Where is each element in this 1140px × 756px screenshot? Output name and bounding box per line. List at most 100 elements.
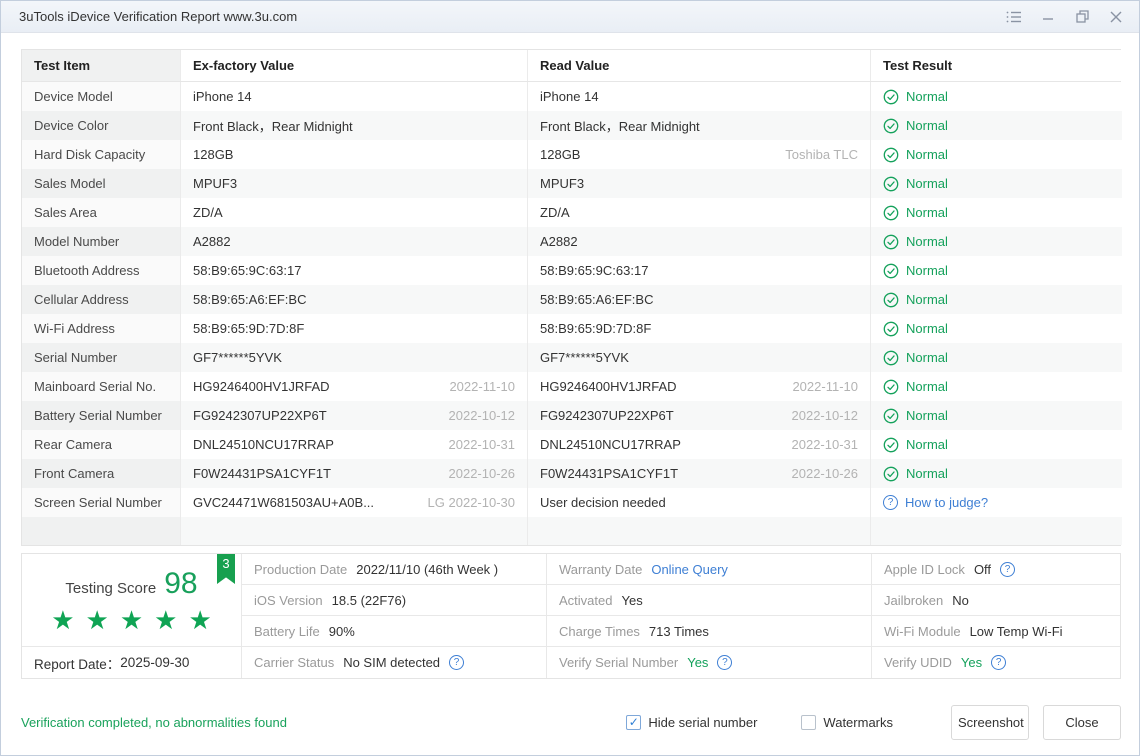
checkbox-icon[interactable] (801, 714, 817, 730)
ex-factory-value: 58:B9:65:9C:63:17 (193, 263, 302, 278)
test-item-label: Hard Disk Capacity (34, 147, 146, 162)
info-label: Charge Times (559, 623, 640, 639)
check-circle-icon (883, 321, 899, 337)
header-test-result: Test Result (870, 50, 1122, 81)
info-charge-times: Charge Times 713 Times (546, 616, 871, 647)
cell-read-value: 58:B9:65:A6:EF:BC (527, 285, 870, 314)
cell-test-item: Device Color (22, 111, 180, 140)
cell-test-result: Normal (870, 285, 1122, 314)
cell-test-item: Device Model (22, 82, 180, 111)
question-circle-icon[interactable]: ? (991, 655, 1007, 670)
ex-factory-note: 2022-10-12 (448, 408, 516, 423)
info-wi-fi-module: Wi-Fi Module Low Temp Wi-Fi (871, 616, 1120, 647)
question-circle-icon[interactable]: ? (1000, 561, 1016, 577)
test-result-normal: Normal (906, 176, 948, 191)
testing-score-label: Testing Score (65, 580, 157, 597)
cell-test-item: Cellular Address (22, 285, 180, 314)
ex-factory-note: LG 2022-10-30 (427, 495, 515, 510)
window-title: 3uTools iDevice Verification Report www.… (19, 9, 298, 24)
cell-read-value: A2882 (527, 227, 870, 256)
cell-test-result: Normal (870, 227, 1122, 256)
test-result-normal: Normal (906, 408, 948, 423)
menu-icon[interactable] (1001, 6, 1027, 28)
test-item-label: Serial Number (34, 350, 118, 365)
info-value: 18.5 (22F76) (331, 592, 407, 608)
ex-factory-value: FG9242307UP22XP6T (193, 408, 327, 423)
info-label: Verify UDID (884, 655, 952, 670)
hide-serial-number-checkbox[interactable]: ✓ Hide serial number (626, 714, 757, 730)
cell-ex-factory-value: 58:B9:65:9D:7D:8F (180, 314, 527, 343)
info-activated: Activated Yes (546, 585, 871, 616)
read-value: 58:B9:65:A6:EF:BC (540, 292, 654, 307)
cell-ex-factory-value: 58:B9:65:A6:EF:BC (180, 285, 527, 314)
screenshot-button[interactable]: Screenshot (951, 704, 1029, 740)
test-item-label: Rear Camera (34, 437, 113, 452)
cell-test-result (870, 517, 1122, 545)
question-circle-icon[interactable]: ? (883, 495, 898, 510)
question-circle-icon[interactable]: ? (717, 655, 733, 670)
close-icon[interactable] (1103, 6, 1129, 28)
info-value: Low Temp Wi-Fi (969, 623, 1063, 639)
info-ios-version: iOS Version 18.5 (22F76) (241, 585, 546, 616)
cell-test-item: Front Camera (22, 459, 180, 488)
checkbox-icon[interactable]: ✓ (626, 714, 642, 730)
ex-factory-value: MPUF3 (193, 176, 238, 191)
test-item-label: Screen Serial Number (34, 495, 162, 510)
ex-factory-value: HG9246400HV1JRFAD (193, 379, 330, 394)
table-row: Mainboard Serial No. HG9246400HV1JRFAD 202… (22, 372, 1122, 401)
table-row: Wi-Fi Address 58:B9:65:9D:7D:8F 58:B9:65:9… (22, 314, 1122, 343)
table-row: Device Color Front Black，Rear Midnight Fro… (22, 111, 1122, 140)
info-label: Apple ID Lock (884, 561, 965, 577)
cell-read-value: GF7******5YVK (527, 343, 870, 372)
table-body: Device Model iPhone 14 iPhone 14 Normal Devi… (22, 82, 1122, 545)
table-row: Battery Serial Number FG9242307UP22XP6T 20… (22, 401, 1122, 430)
test-result-normal: Normal (906, 147, 948, 162)
cell-ex-factory-value: FG9242307UP22XP6T 2022-10-12 (180, 401, 527, 430)
read-value: A2882 (540, 234, 578, 249)
cell-read-value: iPhone 14 (527, 82, 870, 111)
test-item-label: Mainboard Serial No. (34, 379, 157, 394)
close-button[interactable]: Close (1043, 704, 1121, 740)
cell-test-result: Normal (870, 198, 1122, 227)
ex-factory-note: 2022-11-10 (449, 379, 515, 394)
test-result-normal: Normal (906, 118, 948, 133)
info-value: No (952, 592, 969, 608)
table-row: Rear Camera DNL24510NCU17RRAP 2022-10-31 DN… (22, 430, 1122, 459)
table-row (22, 517, 1122, 545)
cell-read-value (527, 517, 870, 545)
header-test-item: Test Item (22, 50, 180, 81)
online-query-link[interactable]: Online Query (651, 562, 728, 577)
how-to-judge-link[interactable]: ? How to judge? (870, 488, 1122, 517)
restore-icon[interactable] (1069, 6, 1095, 28)
question-circle-icon[interactable]: ? (449, 655, 465, 670)
cell-read-value: MPUF3 (527, 169, 870, 198)
table-row: Screen Serial Number GVC24471W681503AU+A0… (22, 488, 1122, 517)
cell-read-value: Front Black，Rear Midnight (527, 111, 870, 140)
ex-factory-note: 2022-10-31 (448, 437, 516, 452)
minimize-icon[interactable] (1035, 6, 1061, 28)
read-value: 58:B9:65:9D:7D:8F (540, 321, 652, 336)
cell-test-result: Normal (870, 343, 1122, 372)
ex-factory-value: GVC24471W681503AU+A0B... (193, 495, 375, 510)
ex-factory-value: 128GB (193, 147, 234, 162)
cell-ex-factory-value (180, 517, 527, 545)
table-row: Model Number A2882 A2882 Normal (22, 227, 1122, 256)
ex-factory-value: DNL24510NCU17RRAP (193, 437, 334, 452)
test-item-label: Battery Serial Number (34, 408, 162, 423)
table-row: Sales Area ZD/A ZD/A Normal (22, 198, 1122, 227)
check-circle-icon (883, 408, 899, 424)
read-value: HG9246400HV1JRFAD (540, 379, 677, 394)
star-icon: ★ (154, 605, 189, 635)
test-result-normal: Normal (906, 89, 948, 104)
info-label: Production Date (254, 561, 348, 577)
cell-read-value: 128GB Toshiba TLC (527, 140, 870, 169)
test-item-label: Sales Model (34, 176, 106, 191)
check-circle-icon (883, 437, 899, 453)
star-icon: ★ (188, 605, 223, 635)
check-circle-icon (883, 89, 899, 105)
read-value-note: Toshiba TLC (785, 147, 858, 162)
info-carrier-status: Carrier Status No SIM detected? (241, 647, 546, 678)
watermarks-checkbox[interactable]: Watermarks (801, 714, 893, 730)
info-battery-life: Battery Life 90% (241, 616, 546, 647)
check-circle-icon (883, 118, 899, 134)
